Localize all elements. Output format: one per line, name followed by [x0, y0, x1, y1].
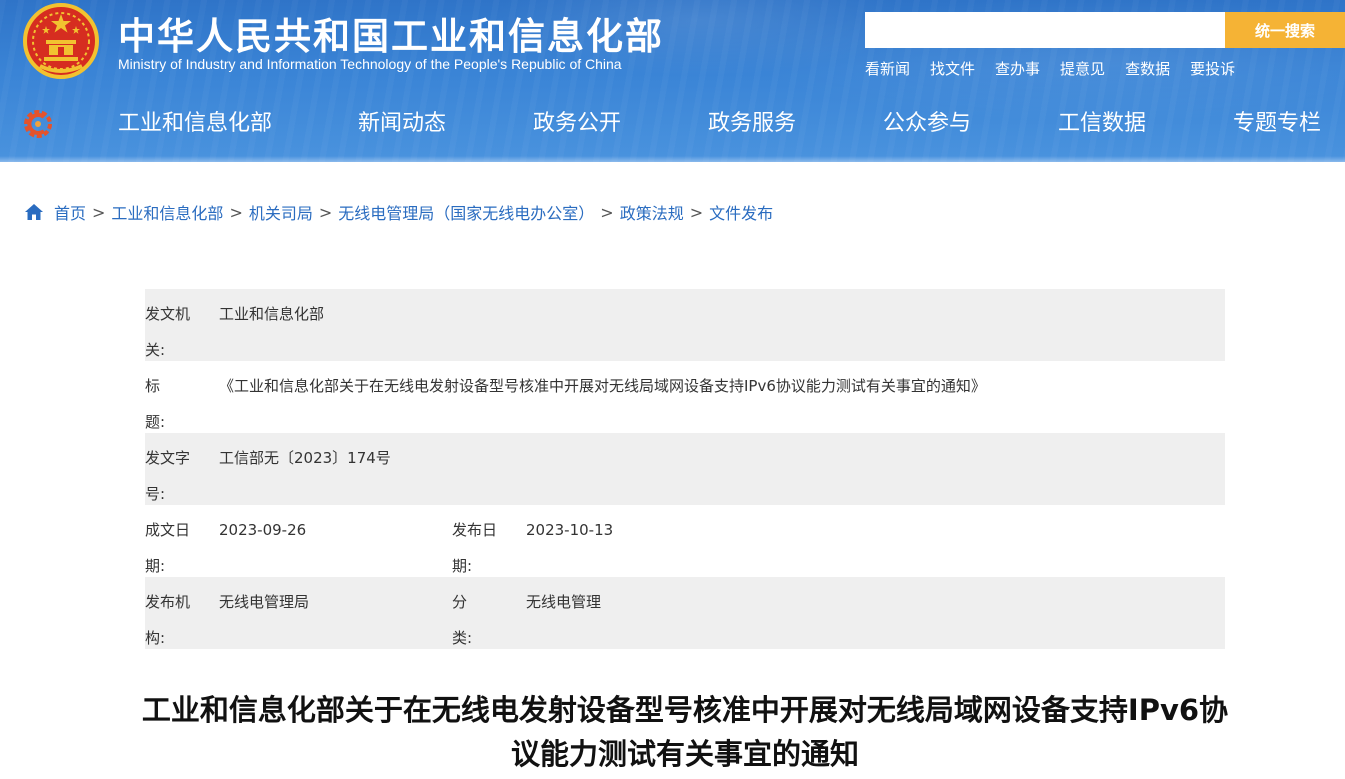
nav-item-public-participation[interactable]: 公众参与 — [883, 104, 971, 144]
meta-row-title: 标题: 《工业和信息化部关于在无线电发射设备型号核准中开展对无线局域网设备支持I… — [145, 361, 1225, 433]
breadcrumb-separator: > — [318, 202, 333, 222]
quick-link-complaint[interactable]: 要投诉 — [1190, 58, 1235, 79]
breadcrumb-documents[interactable]: 文件发布 — [709, 200, 773, 224]
quick-link-feedback[interactable]: 提意见 — [1060, 58, 1105, 79]
nav-item-gov-affairs[interactable]: 政务公开 — [533, 104, 621, 144]
site-header: 中华人民共和国工业和信息化部 Ministry of Industry and … — [0, 0, 1345, 162]
title-label: 标题: — [145, 377, 166, 431]
written-date-value: 2023-09-26 — [219, 521, 307, 539]
breadcrumb-home[interactable]: 首页 — [54, 200, 86, 224]
meta-row-dates: 成文日期: 2023-09-26 发布日期: 2023-10-13 — [145, 505, 1225, 577]
quick-link-documents[interactable]: 找文件 — [930, 58, 975, 79]
document-meta-table: 发文机关: 工业和信息化部 标题: 《工业和信息化部关于在无线电发射设备型号核准… — [145, 289, 1225, 649]
quick-link-data[interactable]: 查数据 — [1125, 58, 1170, 79]
quick-link-news[interactable]: 看新闻 — [865, 58, 910, 79]
meta-row-doc-number: 发文字号: 工信部无〔2023〕174号 — [145, 433, 1225, 505]
breadcrumb-policies[interactable]: 政策法规 — [620, 200, 684, 224]
national-emblem-icon — [23, 3, 99, 79]
breadcrumb-radio-bureau[interactable]: 无线电管理局（国家无线电办公室） — [338, 200, 594, 224]
breadcrumb-ministry[interactable]: 工业和信息化部 — [111, 200, 223, 224]
category-label: 分类: — [452, 593, 473, 647]
publisher-value: 无线电管理局 — [219, 593, 310, 611]
breadcrumb-separator: > — [92, 202, 106, 222]
doc-number-label: 发文字号: — [145, 449, 191, 503]
issuer-value: 工业和信息化部 — [219, 305, 325, 323]
meta-row-publisher: 发布机构: 无线电管理局 分类: 无线电管理 — [145, 577, 1225, 649]
quick-links: 看新闻 找文件 查办事 提意见 查数据 要投诉 — [865, 58, 1255, 79]
breadcrumb-separator: > — [229, 202, 243, 222]
publish-date-value: 2023-10-13 — [526, 521, 614, 539]
nav-item-gov-services[interactable]: 政务服务 — [708, 104, 796, 144]
site-subtitle: Ministry of Industry and Information Tec… — [118, 56, 622, 72]
nav-item-ministry[interactable]: 工业和信息化部 — [118, 104, 272, 144]
quick-link-services[interactable]: 查办事 — [995, 58, 1040, 79]
breadcrumb-separator: > — [600, 202, 614, 222]
breadcrumb-departments[interactable]: 机关司局 — [249, 200, 313, 224]
written-date-label: 成文日期: — [145, 521, 191, 575]
category-value: 无线电管理 — [526, 593, 602, 611]
doc-number-value: 工信部无〔2023〕174号 — [219, 449, 391, 467]
breadcrumb-separator: > — [689, 202, 704, 222]
breadcrumb: 首页 > 工业和信息化部 > 机关司局 > 无线电管理局（国家无线电办公室） >… — [24, 200, 773, 224]
publish-date-label: 发布日期: — [452, 521, 498, 575]
search-input[interactable] — [865, 12, 1225, 48]
main-nav: 工业和信息化部 新闻动态 政务公开 政务服务 公众参与 工信数据 专题专栏 — [0, 104, 1345, 144]
nav-item-data[interactable]: 工信数据 — [1058, 104, 1146, 144]
publisher-label: 发布机构: — [145, 593, 191, 647]
nav-item-special-topics[interactable]: 专题专栏 — [1233, 104, 1321, 144]
title-value: 《工业和信息化部关于在无线电发射设备型号核准中开展对无线局域网设备支持IPv6协… — [219, 377, 986, 395]
nav-item-news[interactable]: 新闻动态 — [358, 104, 446, 144]
search-button[interactable]: 统一搜索 — [1225, 12, 1345, 48]
header-glow — [0, 156, 1345, 162]
meta-row-issuer: 发文机关: 工业和信息化部 — [145, 289, 1225, 361]
home-icon[interactable] — [24, 203, 44, 221]
site-title: 中华人民共和国工业和信息化部 — [118, 15, 664, 58]
article-title: 工业和信息化部关于在无线电发射设备型号核准中开展对无线局域网设备支持IPv6协议… — [141, 693, 1229, 771]
issuer-label: 发文机关: — [145, 305, 191, 359]
